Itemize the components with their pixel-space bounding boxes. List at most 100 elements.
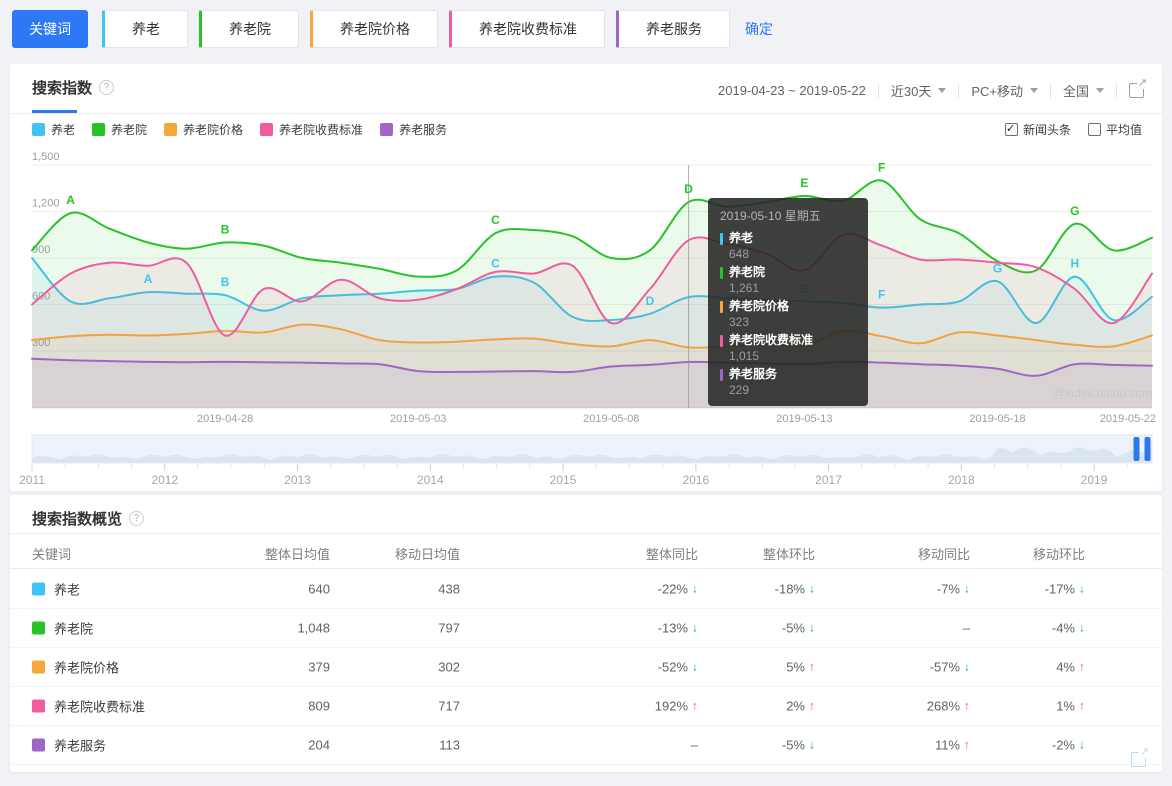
divider <box>958 83 960 98</box>
keyword-chip[interactable]: 养老服务 <box>616 10 730 48</box>
table-row: 养老服务 204 113 – -5% ↓ 11% ↑ -2% ↓ <box>10 725 1162 765</box>
change-value: -22% ↓ <box>658 581 698 596</box>
change-text: -17% <box>1044 581 1075 596</box>
table-header-cell: 移动同比 <box>917 547 970 562</box>
news-marker[interactable]: F <box>878 161 885 175</box>
tooltip-item: 养老院 1,261 <box>720 265 856 295</box>
divider <box>1116 83 1117 98</box>
timeline-year-label: 2015 <box>550 473 577 487</box>
external-link-icon[interactable] <box>1129 76 1147 98</box>
chevron-down-icon <box>1096 88 1104 93</box>
tooltip-series-value: 229 <box>729 383 750 397</box>
legend-item[interactable]: 养老服务 <box>380 121 447 138</box>
keyword-color-swatch <box>32 738 45 751</box>
tooltip-series-value: 648 <box>729 247 750 261</box>
change-text: -13% <box>657 620 688 635</box>
time-range-dropdown[interactable]: 近30天 <box>891 81 947 100</box>
overall-avg-value: 1,048 <box>297 620 330 635</box>
timeline-year-label: 2018 <box>948 473 975 487</box>
x-tick-label: 2019-05-18 <box>969 413 1025 425</box>
keyword-chip[interactable]: 养老院价格 <box>310 10 438 48</box>
news-marker[interactable]: B <box>221 223 230 237</box>
keyword-chip[interactable]: 养老 <box>102 10 188 48</box>
change-value: 1% ↑ <box>1056 698 1085 713</box>
slider-handle-right[interactable] <box>1144 437 1151 461</box>
legend-item[interactable]: 养老院收费标准 <box>260 121 363 138</box>
mobile-avg-value: 797 <box>438 620 460 635</box>
chart-card-header: 搜索指数 <box>32 77 115 98</box>
help-icon[interactable] <box>129 511 145 526</box>
chevron-down-icon <box>1029 88 1038 93</box>
up-arrow-icon: ↑ <box>692 698 698 713</box>
external-link-icon[interactable] <box>1131 745 1149 767</box>
tooltip-series-value: 323 <box>729 315 750 329</box>
up-arrow-icon: ↑ <box>809 659 815 674</box>
down-arrow-icon: ↓ <box>692 659 698 674</box>
keyword-chip[interactable]: 养老院 <box>199 10 299 48</box>
change-text: 1% <box>1056 698 1075 713</box>
legend-label: 养老院价格 <box>183 123 244 137</box>
change-text: 192% <box>654 698 688 713</box>
overall-avg-value: 379 <box>308 659 330 674</box>
keyword-button[interactable]: 关键词 <box>12 10 88 48</box>
news-marker[interactable]: E <box>800 176 808 190</box>
news-marker[interactable]: D <box>684 182 693 196</box>
legend-label: 养老 <box>51 123 76 137</box>
table-header-cell: 移动环比 <box>1032 547 1085 562</box>
change-value: -4% ↓ <box>1052 620 1085 635</box>
tooltip-item: 养老院收费标准 1,015 <box>720 333 856 363</box>
news-marker[interactable]: D <box>646 294 655 308</box>
legend-item[interactable]: 养老院价格 <box>164 121 243 138</box>
overall-avg-value: 204 <box>308 737 330 752</box>
news-marker[interactable]: B <box>221 275 230 289</box>
chart-option-checkbox[interactable]: 新闻头条 <box>1004 121 1071 138</box>
confirm-link[interactable]: 确定 <box>745 10 773 48</box>
news-marker[interactable]: G <box>1070 204 1079 218</box>
device-value: PC+移动 <box>971 84 1023 99</box>
table-card-header: 搜索指数概览 <box>32 508 145 529</box>
help-icon[interactable] <box>99 80 115 95</box>
region-value: 全国 <box>1062 84 1089 99</box>
change-value: -5% ↓ <box>782 737 815 752</box>
change-value: 268% ↑ <box>927 698 970 713</box>
tooltip-series-name: 养老服务 <box>720 367 856 382</box>
up-arrow-icon: ↑ <box>964 698 970 713</box>
chart-tooltip: 2019-05-10 星期五 养老 648 养老院 1,261 养老院价格 323 养老院收… <box>708 198 868 406</box>
news-marker[interactable]: G <box>993 261 1002 275</box>
down-arrow-icon: ↓ <box>692 581 698 596</box>
tooltip-series-label: 养老院 <box>729 265 766 279</box>
chevron-down-icon <box>938 88 947 93</box>
news-marker[interactable]: A <box>144 272 153 286</box>
legend-item[interactable]: 养老 <box>32 121 75 138</box>
legend-item[interactable]: 养老院 <box>92 121 147 138</box>
keyword-chip[interactable]: 养老院收费标准 <box>449 10 605 48</box>
tooltip-series-value: 1,015 <box>729 349 760 363</box>
table-keyword-cell: 养老院价格 <box>32 657 119 676</box>
change-value: – <box>963 620 970 635</box>
tooltip-series-name: 养老院 <box>720 265 856 280</box>
news-marker[interactable]: H <box>1070 257 1079 271</box>
change-text: -22% <box>657 581 688 596</box>
checkbox-icon[interactable] <box>1087 123 1101 136</box>
checkbox-icon[interactable] <box>1004 122 1018 136</box>
slider-handle-left[interactable] <box>1133 437 1140 461</box>
table-row: 养老 640 438 -22% ↓ -18% ↓ -7% ↓ -17% ↓ <box>10 569 1162 609</box>
change-value: -52% ↓ <box>658 659 698 674</box>
device-dropdown[interactable]: PC+移动 <box>971 81 1038 100</box>
change-text: -4% <box>1051 620 1075 635</box>
news-marker[interactable]: A <box>66 193 75 207</box>
up-arrow-icon: ↑ <box>964 737 970 752</box>
down-arrow-icon: ↓ <box>964 659 970 674</box>
region-dropdown[interactable]: 全国 <box>1063 81 1104 100</box>
y-tick-label: 1,200 <box>32 198 60 210</box>
chart-option-checkbox[interactable]: 平均值 <box>1087 121 1142 138</box>
change-value: 192% ↑ <box>655 698 698 713</box>
tab-search-index[interactable]: 搜索指数 <box>32 77 92 98</box>
news-marker[interactable]: C <box>491 257 500 271</box>
news-marker[interactable]: C <box>491 213 500 227</box>
news-marker[interactable]: F <box>878 288 885 302</box>
search-index-overview-card: 搜索指数概览 关键词 整体日均值 移动日均值 整体同比 整体环比 移动同比 移动环比 养老 6… <box>10 495 1162 772</box>
mobile-avg-value: 717 <box>438 698 460 713</box>
tooltip-color-bar <box>720 232 723 245</box>
down-arrow-icon: ↓ <box>1079 737 1085 752</box>
